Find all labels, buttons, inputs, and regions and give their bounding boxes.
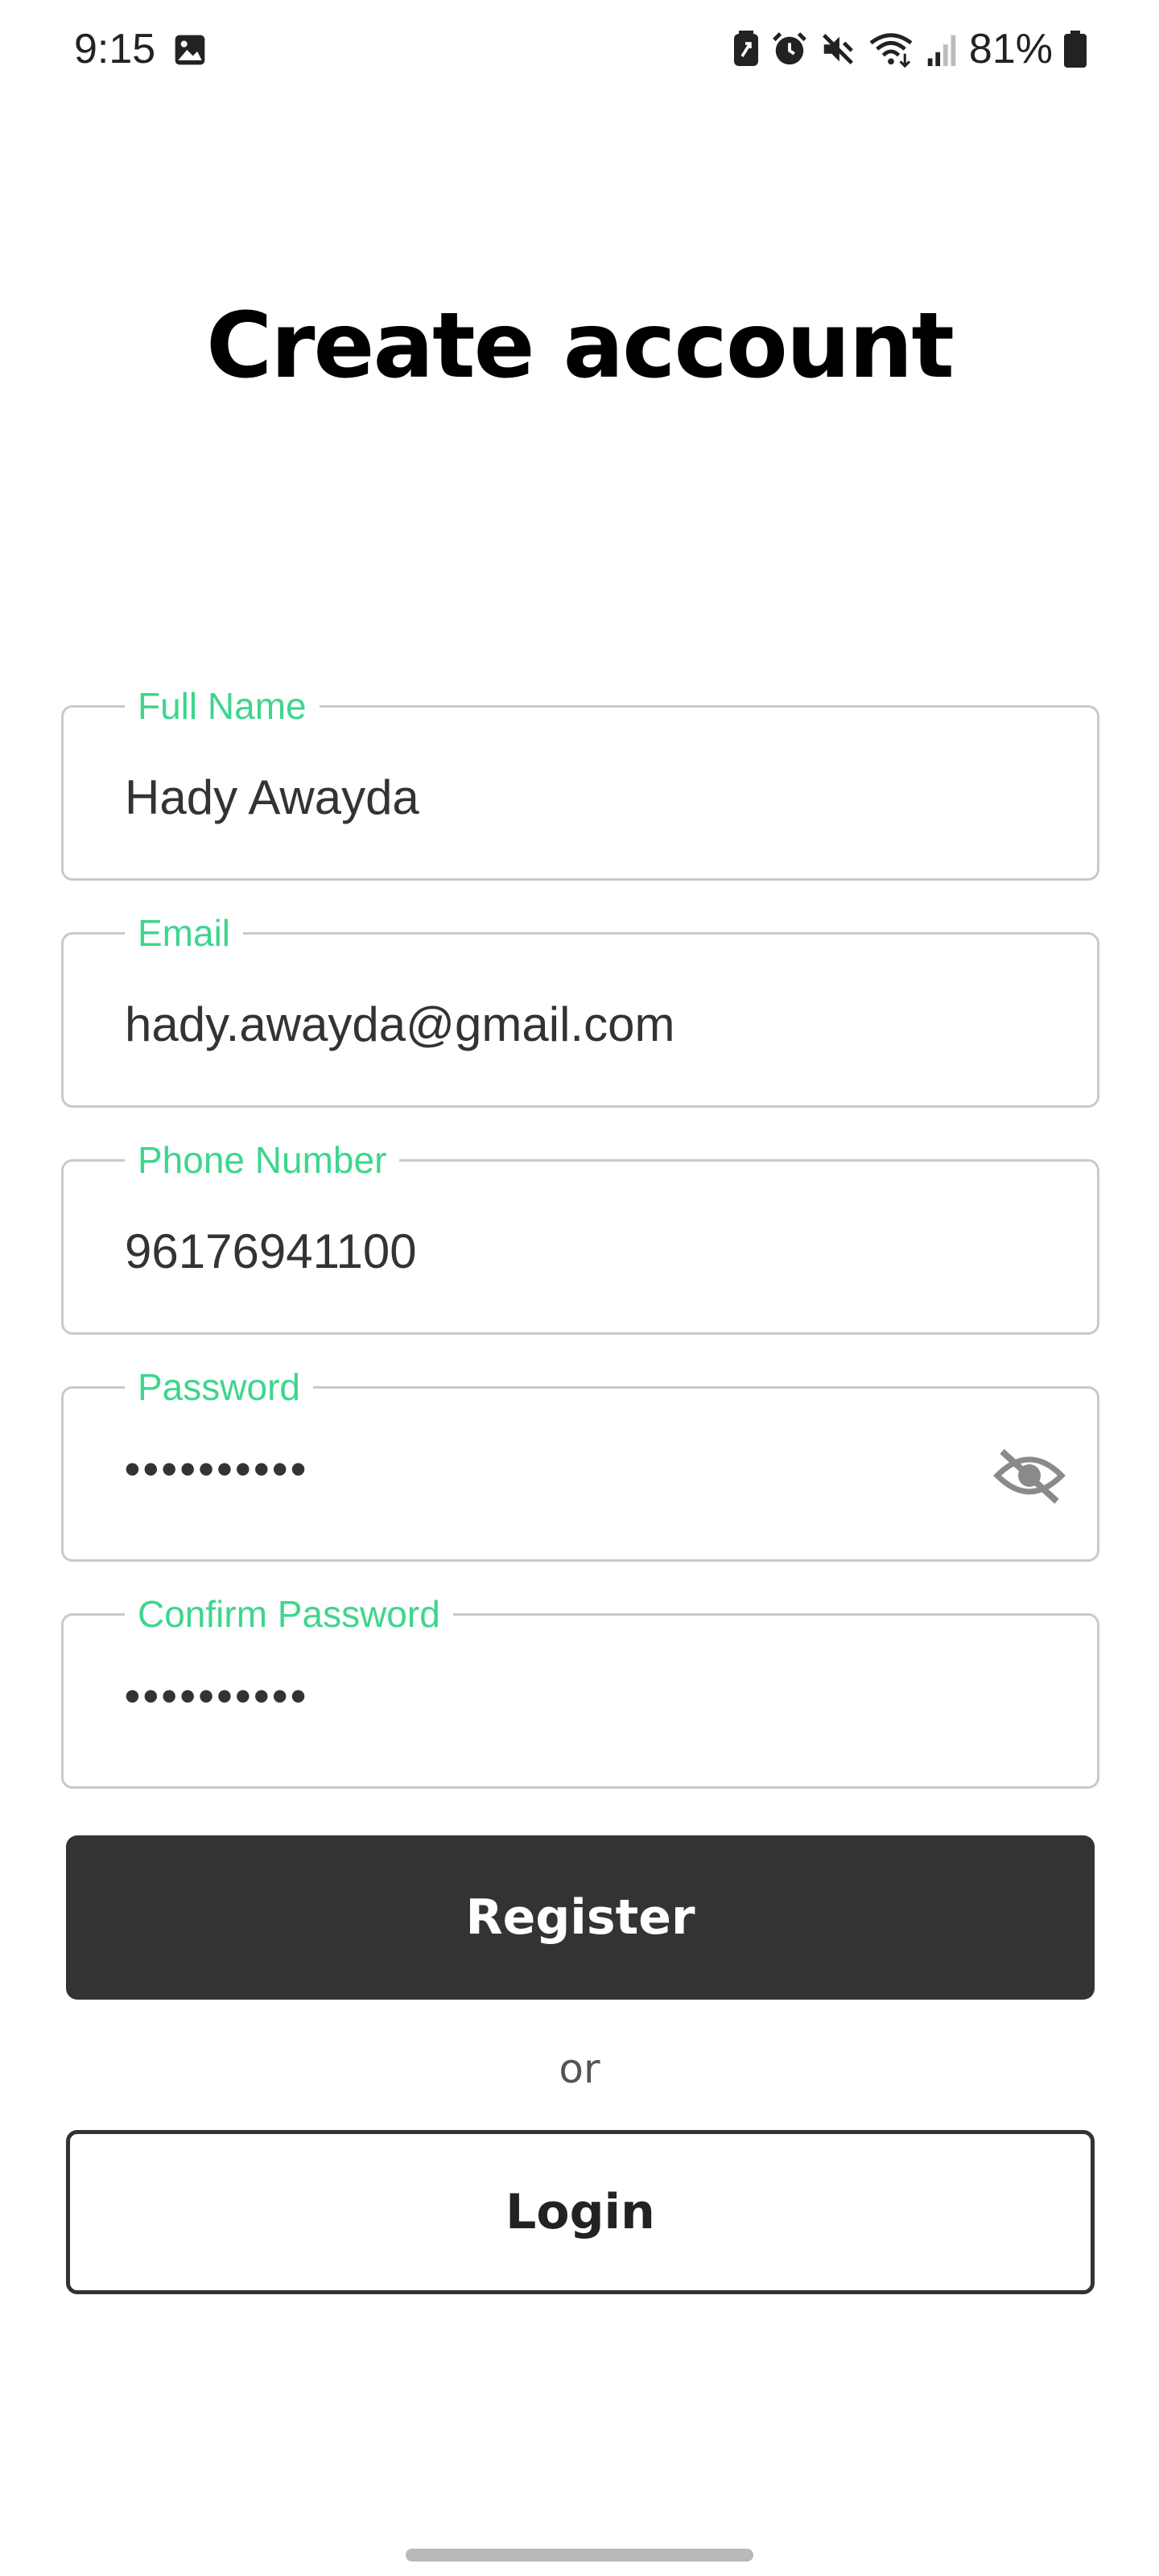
- or-divider-text: or: [559, 2046, 600, 2092]
- full-name-field[interactable]: Full Name Hady Awayda: [61, 680, 1099, 881]
- wifi-icon: [869, 33, 913, 68]
- mute-icon: [822, 34, 853, 64]
- battery-saver-icon: [733, 31, 758, 66]
- alarm-icon: [773, 32, 806, 65]
- battery-icon: [1064, 31, 1087, 68]
- email-value[interactable]: hady.awayda@gmail.com: [125, 993, 674, 1057]
- full-name-value[interactable]: Hady Awayda: [125, 766, 419, 830]
- confirm-password-value[interactable]: ••••••••••: [125, 1664, 309, 1728]
- email-field[interactable]: Email hady.awayda@gmail.com: [61, 907, 1099, 1108]
- battery-percentage: 81%: [968, 26, 1053, 72]
- full-name-label: Full Name: [125, 680, 320, 732]
- signal-icon: [927, 35, 956, 67]
- register-button[interactable]: Register: [66, 1835, 1095, 2000]
- eye-off-icon[interactable]: [992, 1447, 1066, 1506]
- email-label: Email: [125, 907, 244, 959]
- phone-number-field[interactable]: Phone Number 96176941100: [61, 1134, 1099, 1335]
- confirm-password-label: Confirm Password: [125, 1588, 453, 1640]
- home-indicator[interactable]: [406, 2549, 753, 2562]
- phone-number-label: Phone Number: [125, 1134, 400, 1186]
- login-button[interactable]: Login: [66, 2130, 1095, 2294]
- phone-number-value[interactable]: 96176941100: [125, 1220, 417, 1284]
- password-value[interactable]: ••••••••••: [125, 1437, 309, 1501]
- page-title: Create account: [206, 294, 955, 398]
- status-bar: 9:15 81%: [0, 0, 1159, 100]
- status-icons: 81%: [732, 23, 1087, 76]
- gallery-icon: [175, 35, 205, 65]
- status-time: 9:15: [74, 26, 156, 72]
- password-label: Password: [125, 1361, 313, 1413]
- password-field[interactable]: Password ••••••••••: [61, 1361, 1099, 1562]
- confirm-password-field[interactable]: Confirm Password ••••••••••: [61, 1588, 1099, 1789]
